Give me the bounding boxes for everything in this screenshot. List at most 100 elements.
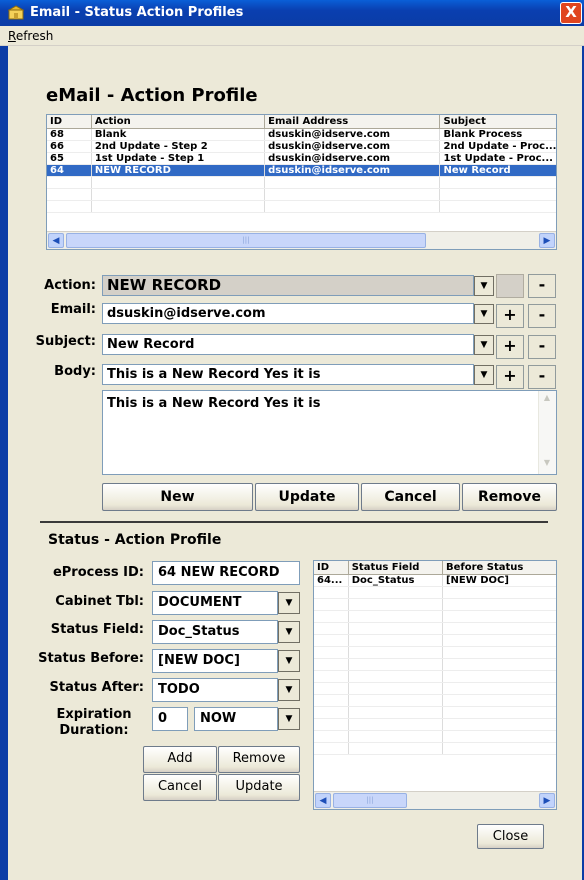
table-row-empty[interactable] [47, 177, 556, 189]
table-row-empty[interactable] [314, 695, 556, 707]
table-row-empty[interactable] [314, 671, 556, 683]
table-row[interactable]: 68 Blank dsuskin@idserve.com Blank Process [47, 129, 556, 141]
scroll-thumb[interactable]: ||| [333, 793, 407, 808]
status-before-select[interactable]: [NEW DOC] [152, 649, 278, 673]
expiration-number-field[interactable]: 0 [152, 707, 188, 731]
body-remove-button[interactable]: - [528, 365, 556, 389]
menu-refresh[interactable]: Refresh [8, 29, 53, 43]
table-row[interactable]: 64 NEW RECORD dsuskin@idserve.com New Recor… [47, 165, 556, 177]
body-textarea[interactable]: This is a New Record Yes it is ▲ ▼ [102, 390, 557, 475]
table-cell: 1st Update - Step 1 [92, 153, 266, 164]
cancel-button[interactable]: Cancel [361, 483, 460, 511]
table-cell [265, 177, 441, 188]
table-cell [265, 189, 441, 200]
body-select[interactable]: This is a New Record Yes it is [102, 364, 474, 385]
table-cell [47, 189, 92, 200]
table-cell [314, 587, 349, 598]
new-button[interactable]: New [102, 483, 253, 511]
col-header-id[interactable]: ID [314, 561, 349, 574]
col-header-email[interactable]: Email Address [265, 115, 441, 128]
table-row-empty[interactable] [314, 707, 556, 719]
table-cell [443, 695, 556, 706]
arrow-right-icon[interactable]: ▶ [539, 793, 555, 808]
status-remove-button[interactable]: Remove [218, 746, 300, 773]
chevron-down-icon[interactable]: ▼ [474, 276, 494, 296]
col-header-action[interactable]: Action [92, 115, 266, 128]
table-cell [443, 683, 556, 694]
table-row-empty[interactable] [314, 659, 556, 671]
status-field-select[interactable]: Doc_Status [152, 620, 278, 644]
chevron-down-icon[interactable]: ▼ [474, 304, 494, 324]
chevron-down-icon[interactable]: ▼ [278, 679, 300, 701]
arrow-down-icon[interactable]: ▼ [540, 458, 554, 472]
col-header-subject[interactable]: Subject [440, 115, 556, 128]
table-row-empty[interactable] [314, 587, 556, 599]
expiration-unit-select[interactable]: NOW [194, 707, 278, 731]
action-select[interactable]: NEW RECORD [102, 275, 474, 296]
table-row-empty[interactable] [314, 731, 556, 743]
subject-field[interactable]: New Record [102, 334, 474, 355]
table-cell: Doc_Status [349, 575, 443, 586]
update-button[interactable]: Update [255, 483, 359, 511]
table-cell [349, 731, 443, 742]
status-after-select[interactable]: TODO [152, 678, 278, 702]
status-cancel-button[interactable]: Cancel [143, 774, 217, 801]
table-row-empty[interactable] [314, 611, 556, 623]
table-cell: 2nd Update - Proc... [443, 141, 556, 152]
cabinet-select[interactable]: DOCUMENT [152, 591, 278, 615]
table-row-empty[interactable] [314, 719, 556, 731]
action-remove-button[interactable]: - [528, 274, 556, 298]
col-header-status-field[interactable]: Status Field [349, 561, 443, 574]
table-cell [265, 201, 441, 212]
table-row-empty[interactable] [47, 189, 556, 201]
table-cell [314, 599, 349, 610]
body-text: This is a New Record Yes it is [107, 396, 321, 411]
status-profile-grid[interactable]: ID Status Field Before Status 64... Doc_S… [313, 560, 557, 810]
close-window-button[interactable]: X [560, 2, 582, 24]
table-row-empty[interactable] [314, 623, 556, 635]
col-header-id[interactable]: ID [47, 115, 92, 128]
status-before-label: Status Before: [38, 651, 144, 666]
table-cell [314, 671, 349, 682]
table-row-empty[interactable] [314, 683, 556, 695]
email-profile-grid[interactable]: ID Action Email Address Subject 68 Blank d… [46, 114, 557, 250]
vertical-scrollbar[interactable]: ▲ ▼ [538, 391, 556, 474]
table-cell [443, 611, 556, 622]
chevron-down-icon[interactable]: ▼ [278, 708, 300, 730]
chevron-down-icon[interactable]: ▼ [474, 365, 494, 385]
arrow-left-icon[interactable]: ◀ [315, 793, 331, 808]
arrow-left-icon[interactable]: ◀ [48, 233, 64, 248]
table-row-empty[interactable] [314, 635, 556, 647]
chevron-down-icon[interactable]: ▼ [278, 621, 300, 643]
table-row-empty[interactable] [47, 201, 556, 213]
arrow-up-icon[interactable]: ▲ [540, 393, 554, 407]
remove-button[interactable]: Remove [462, 483, 557, 511]
status-update-button[interactable]: Update [218, 774, 300, 801]
table-row-empty[interactable] [314, 599, 556, 611]
close-button[interactable]: Close [477, 824, 544, 849]
table-row[interactable]: 64... Doc_Status [NEW DOC] [314, 575, 556, 587]
chevron-down-icon[interactable]: ▼ [474, 335, 494, 355]
add-button[interactable]: Add [143, 746, 217, 773]
subject-add-button[interactable]: + [496, 335, 524, 359]
col-header-before-status[interactable]: Before Status [443, 561, 556, 574]
horizontal-scrollbar[interactable]: ◀ ||| ▶ [47, 231, 556, 249]
scroll-thumb[interactable]: ||| [66, 233, 426, 248]
status-profile-heading: Status - Action Profile [48, 532, 222, 548]
arrow-right-icon[interactable]: ▶ [539, 233, 555, 248]
subject-remove-button[interactable]: - [528, 335, 556, 359]
table-cell [92, 177, 266, 188]
table-row-empty[interactable] [314, 743, 556, 755]
email-remove-button[interactable]: - [528, 304, 556, 328]
body-add-button[interactable]: + [496, 365, 524, 389]
email-field[interactable]: dsuskin@idserve.com [102, 303, 474, 324]
horizontal-scrollbar[interactable]: ◀ ||| ▶ [314, 791, 556, 809]
email-add-button[interactable]: + [496, 304, 524, 328]
chevron-down-icon[interactable]: ▼ [278, 592, 300, 614]
table-row[interactable]: 66 2nd Update - Step 2 dsuskin@idserve.com… [47, 141, 556, 153]
chevron-down-icon[interactable]: ▼ [278, 650, 300, 672]
table-row-empty[interactable] [314, 647, 556, 659]
table-row[interactable]: 65 1st Update - Step 1 dsuskin@idserve.com… [47, 153, 556, 165]
table-cell [349, 587, 443, 598]
eprocess-field[interactable]: 64 NEW RECORD [152, 561, 300, 585]
